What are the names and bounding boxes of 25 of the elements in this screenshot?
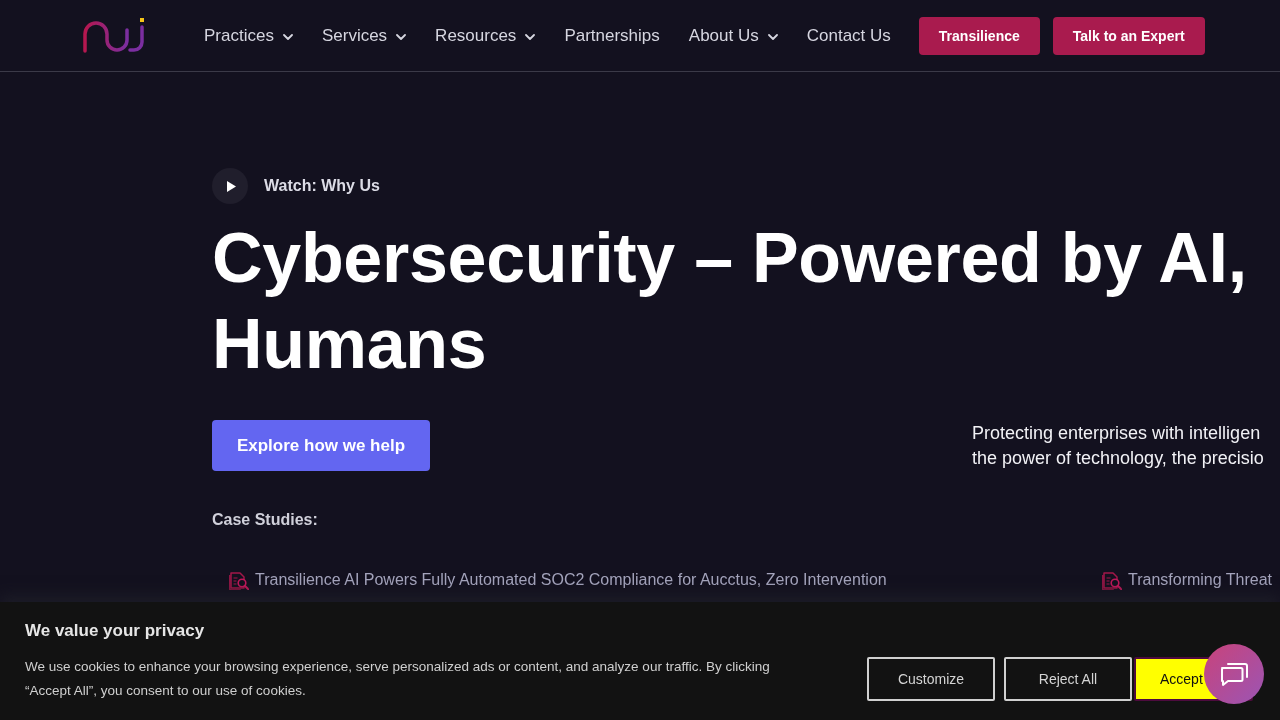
nav-link[interactable]: Partnerships [564, 25, 660, 46]
document-search-icon [1102, 570, 1122, 590]
nav-link[interactable]: Contact Us [806, 25, 891, 46]
case-studies-label: Case Studies: [212, 511, 318, 529]
header-button[interactable]: Talk to an Expert [1052, 16, 1205, 55]
hero-title: Cybersecurity – Powered by AI, Humans [212, 218, 1247, 385]
case-study-link[interactable]: Transforming Threat [1128, 571, 1273, 589]
nav-link[interactable]: About Us [688, 25, 778, 46]
document-search-icon [229, 570, 249, 590]
watch-link[interactable]: Watch: Why Us [264, 177, 380, 195]
chat-icon [1219, 661, 1249, 687]
play-icon [226, 180, 236, 192]
explore-button[interactable]: Explore how we help [212, 420, 430, 471]
nav-link[interactable]: Practices [204, 25, 293, 46]
header-button[interactable]: Transilience [918, 16, 1040, 55]
logo[interactable] [82, 17, 146, 54]
hero-description: Protecting enterprises with intelligen the power of technology, the precisio [972, 422, 1265, 470]
cookie-text: We use cookies to enhance your browsing experience, serve personalized ads or content, and analyze our traffic. By clicking “Accept All”, you consent to our use of cookies. [25, 658, 771, 700]
play-button[interactable] [212, 168, 248, 204]
cookie-button[interactable]: Customize [867, 657, 995, 701]
cookie-button[interactable]: Reject All [1004, 657, 1132, 701]
cookie-title: We value your privacy [25, 621, 205, 641]
case-study-link[interactable]: Transilience AI Powers Fully Automated SOC2 Compliance for Aucctus, Zero Intervention [255, 571, 887, 589]
nav-link[interactable]: Resources [435, 25, 536, 46]
nav-link[interactable]: Services [321, 25, 407, 46]
